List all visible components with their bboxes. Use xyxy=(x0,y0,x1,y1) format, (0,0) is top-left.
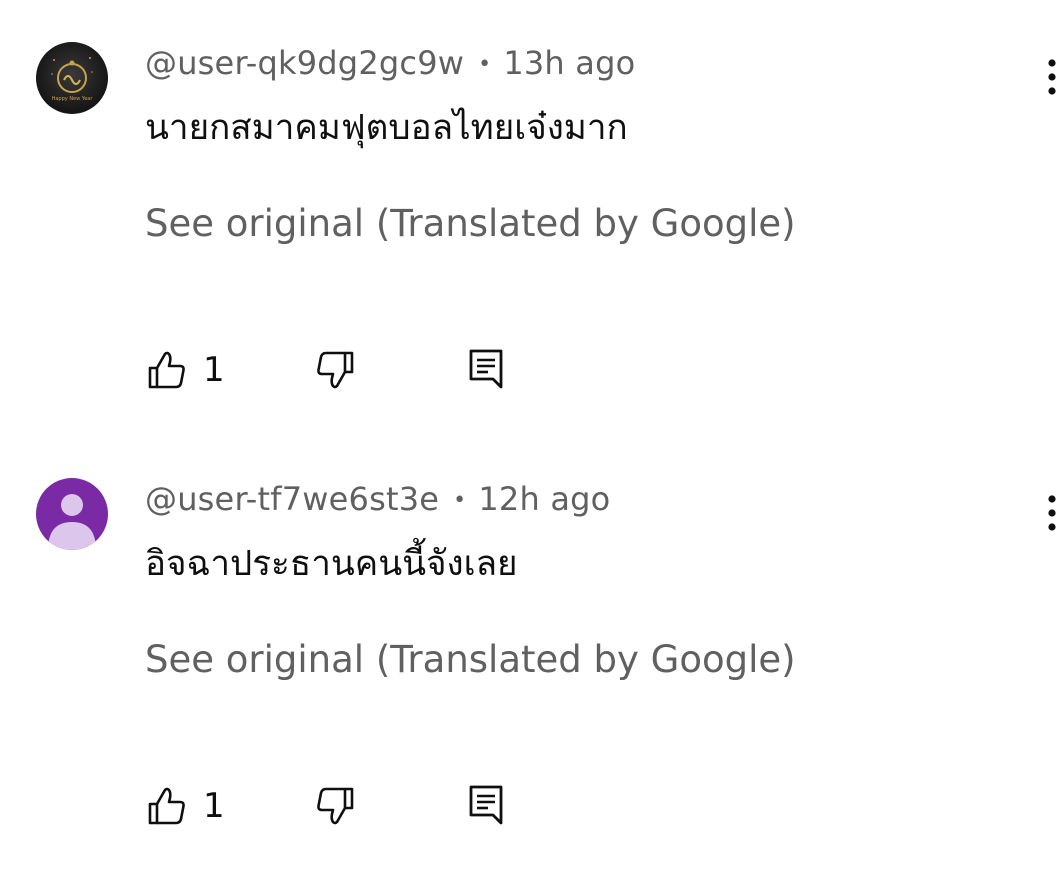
comment-meta: @user-qk9dg2gc9w • 13h ago xyxy=(145,44,635,84)
comment-meta: @user-tf7we6st3e • 12h ago xyxy=(145,480,610,520)
like-count: 1 xyxy=(203,786,225,826)
avatar-caption: Happy New Year xyxy=(52,96,94,102)
comment-text: อิจฉาประธานคนนี้จังเลย xyxy=(145,544,518,584)
author-avatar[interactable]: Happy New Year xyxy=(36,42,108,114)
comment-timestamp[interactable]: 13h ago xyxy=(503,44,635,82)
comment-text: นายกสมาคมฟุตบอลไทยเจ๋งมาก xyxy=(145,108,628,148)
author-handle[interactable]: @user-tf7we6st3e xyxy=(145,480,439,518)
thumbs-down-icon[interactable] xyxy=(314,349,356,391)
author-avatar[interactable] xyxy=(36,478,108,550)
see-original-link[interactable]: See original (Translated by Google) xyxy=(145,201,796,247)
reply-comment-icon[interactable] xyxy=(466,783,506,827)
author-handle[interactable]: @user-qk9dg2gc9w xyxy=(145,44,464,82)
thumbs-up-icon[interactable] xyxy=(146,785,188,827)
comment-item: Happy New Year @user-qk9dg2gc9w • 13h ago … xyxy=(0,0,1058,436)
like-count: 1 xyxy=(203,350,225,390)
default-person-avatar xyxy=(36,478,108,550)
meta-separator: • xyxy=(478,52,492,77)
thumbs-down-icon[interactable] xyxy=(314,785,356,827)
thumbs-up-icon[interactable] xyxy=(146,349,188,391)
meta-separator: • xyxy=(453,488,467,513)
more-vertical-icon[interactable] xyxy=(1038,54,1058,100)
avatar-image: Happy New Year xyxy=(36,42,108,114)
see-original-link[interactable]: See original (Translated by Google) xyxy=(145,637,796,683)
reply-comment-icon[interactable] xyxy=(466,347,506,391)
comment-item: @user-tf7we6st3e • 12h ago อิจฉาประธานคนนี… xyxy=(0,436,1058,872)
comment-timestamp[interactable]: 12h ago xyxy=(478,480,610,518)
more-vertical-icon[interactable] xyxy=(1038,490,1058,536)
